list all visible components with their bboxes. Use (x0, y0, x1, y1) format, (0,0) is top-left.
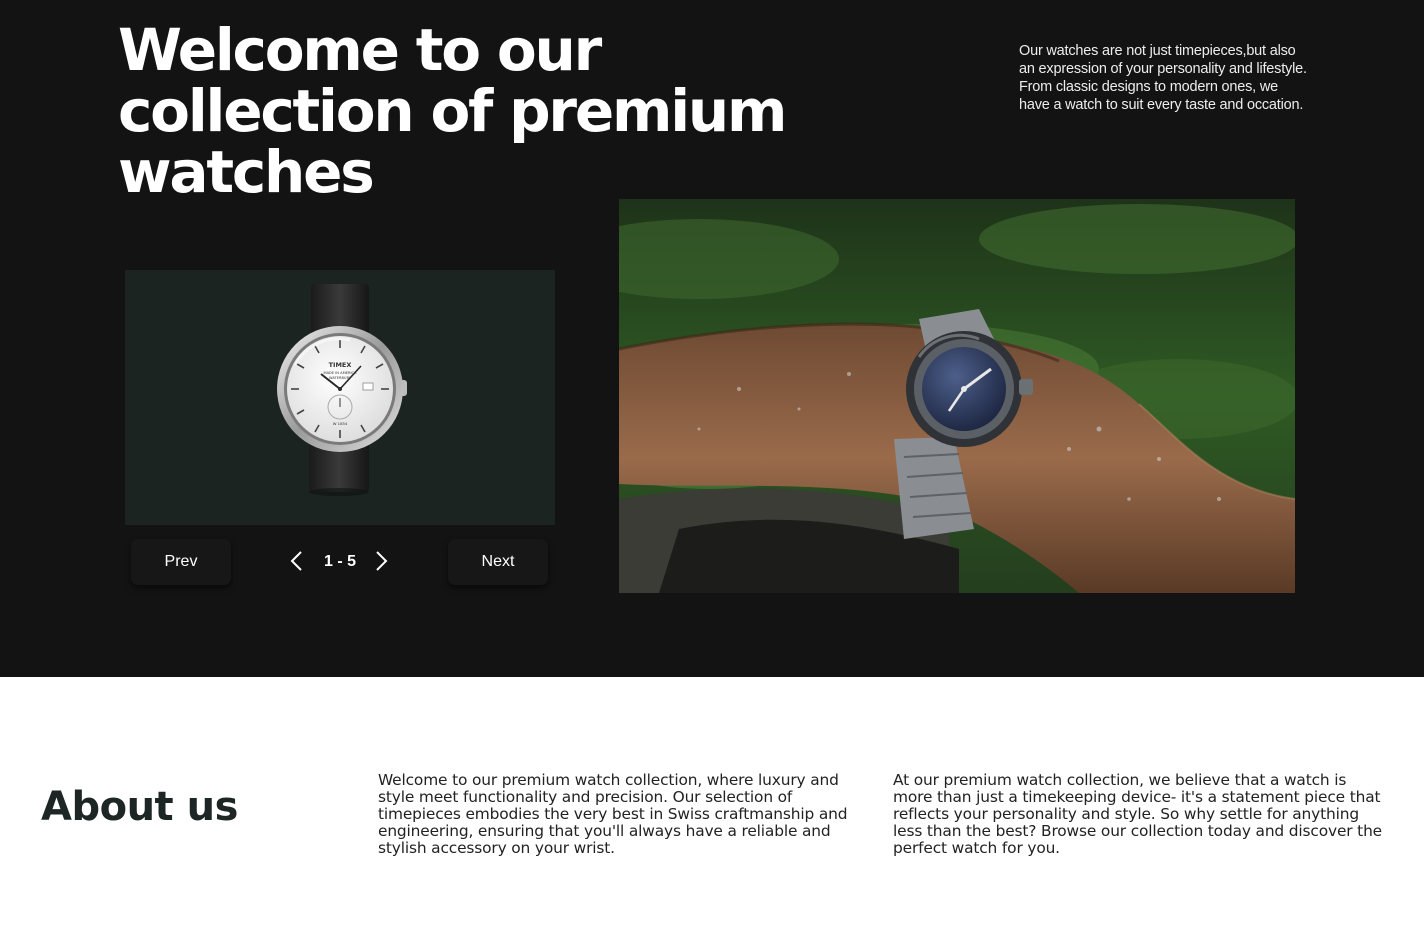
next-button[interactable]: Next (448, 539, 548, 585)
watch-dial-bottom: W 1854 (333, 421, 348, 426)
watch-product-image: TIMEX MADE IN AMERICA WATERBURY W 1854 (277, 284, 407, 496)
about-paragraph-2: At our premium watch collection, we beli… (893, 771, 1382, 857)
about-title: About us (41, 784, 238, 830)
wrist-watch-illustration (619, 199, 1295, 593)
hero-title: Welcome to our collection of premium wat… (118, 16, 787, 206)
chevron-right-icon[interactable] (372, 549, 390, 573)
prev-button[interactable]: Prev (131, 539, 231, 585)
watch-brand-text: TIMEX (329, 361, 352, 369)
hero-section: Welcome to our collection of premium wat… (0, 0, 1424, 677)
chevron-left-icon[interactable] (288, 549, 306, 573)
product-card[interactable]: TIMEX MADE IN AMERICA WATERBURY W 1854 (125, 270, 555, 525)
featured-wrist-watch-photo (619, 199, 1295, 593)
hero-description: Our watches are not just timepieces,but … (1019, 43, 1307, 113)
carousel-pager: 1 - 5 (323, 553, 356, 570)
about-paragraph-1: Welcome to our premium watch collection,… (378, 771, 848, 857)
watch-dial-line1: MADE IN AMERICA (324, 371, 358, 375)
